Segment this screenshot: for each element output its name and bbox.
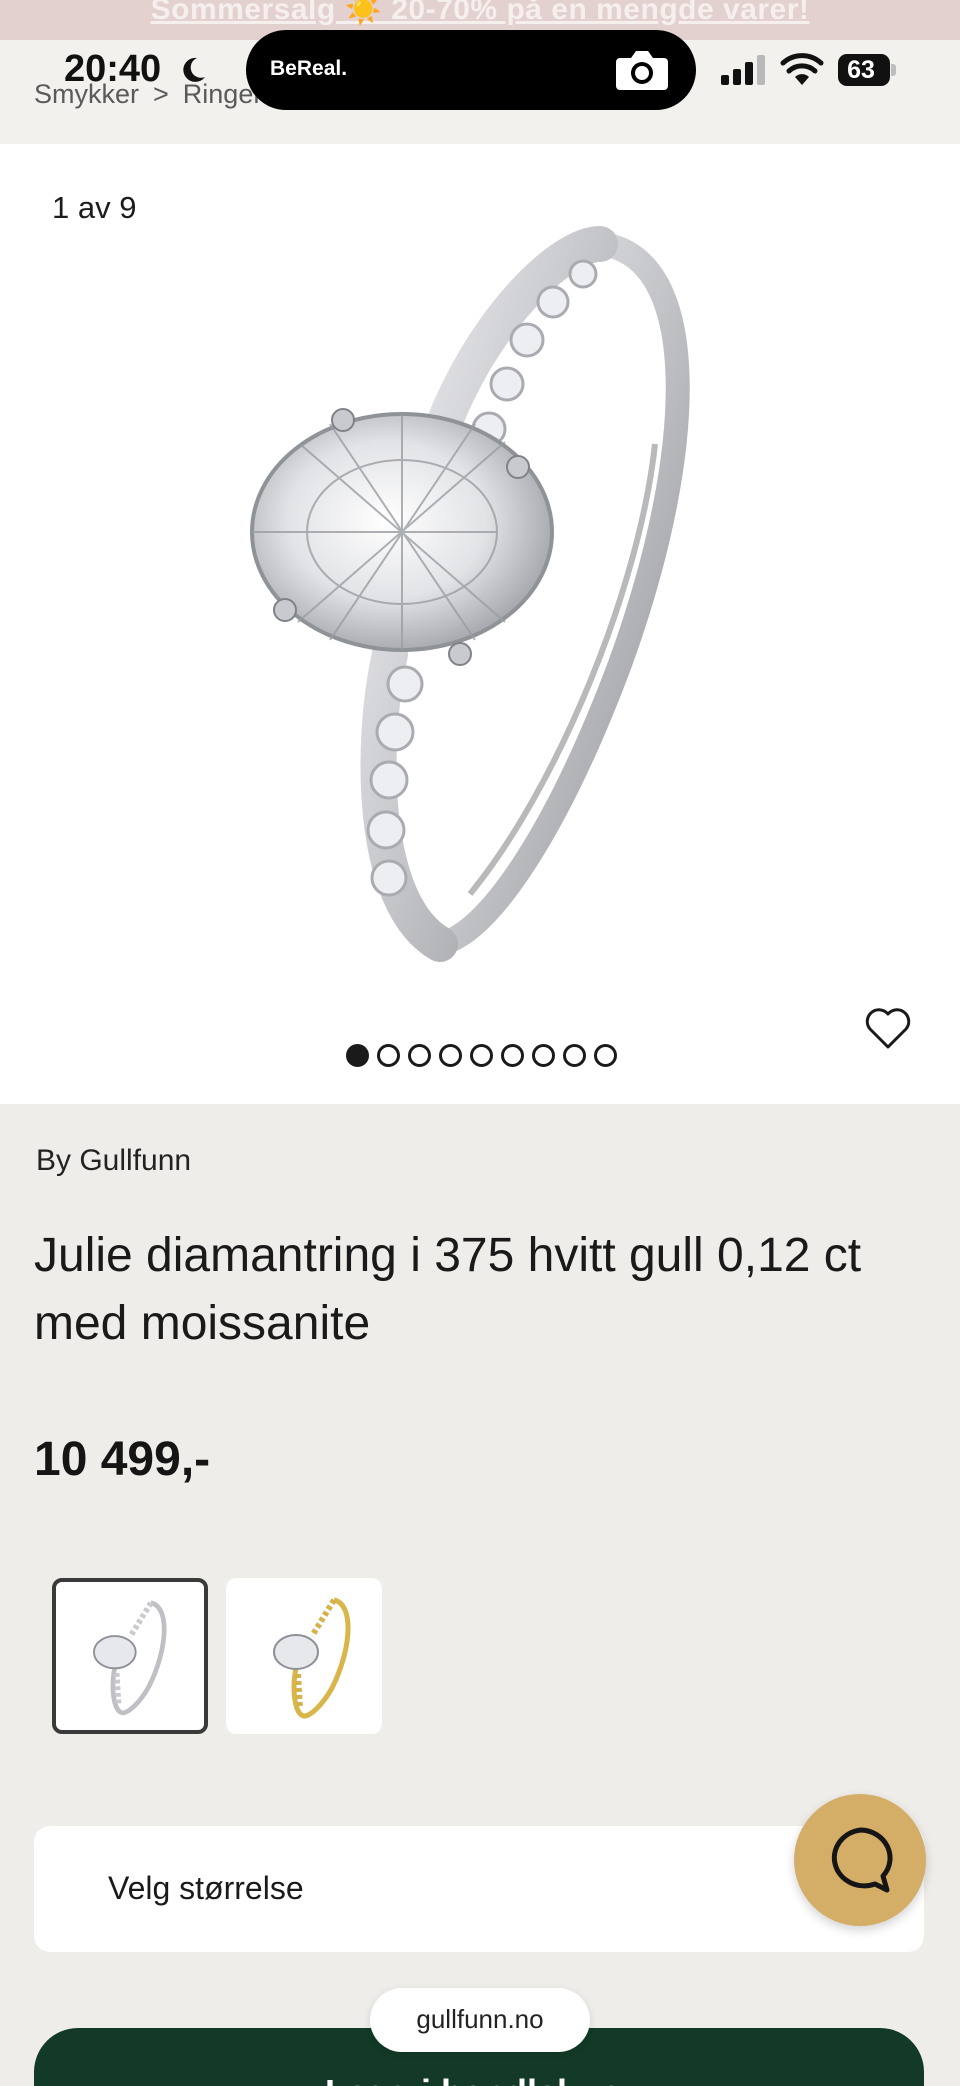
chat-bubble-icon [831,1827,893,1893]
add-to-cart-label: Legg i handlekurv [34,2072,924,2086]
browser-url-pill[interactable]: gullfunn.no [370,1988,590,2052]
chat-button[interactable] [794,1794,926,1926]
island-app-label: BeReal. [270,57,348,80]
size-select[interactable]: Velg størrelse [34,1826,924,1952]
carousel-dots [346,1044,617,1070]
product-ring-image [250,226,690,962]
size-select-label: Velg størrelse [108,1870,304,1906]
signal-icon [721,55,765,85]
battery-level: 63 [847,56,875,84]
wifi-icon [780,53,824,85]
carousel-dot[interactable] [408,1044,431,1067]
browser-url: gullfunn.no [416,2004,544,2034]
carousel-dot[interactable] [594,1044,617,1067]
carousel-dot[interactable] [563,1044,586,1067]
variant-ring-thumbnail [273,1597,351,1719]
carousel-dot[interactable] [470,1044,493,1067]
variant-ring-thumbnail [93,1600,167,1716]
promo-text[interactable]: Sommersalg ☀️ 20-70% på en mengde varer! [151,0,810,27]
camera-icon [616,51,668,90]
dynamic-island: BeReal. [246,30,696,110]
product-brand[interactable]: By Gullfunn [36,1144,191,1178]
carousel-dot[interactable] [501,1044,524,1067]
carousel-dot[interactable] [346,1044,369,1067]
variant-white-gold[interactable] [52,1578,208,1734]
carousel-dot[interactable] [439,1044,462,1067]
status-time: 20:40 [64,48,162,90]
carousel-dot[interactable] [532,1044,555,1067]
moon-icon [183,57,205,82]
product-title: Julie diamantring i 375 hvitt gull 0,12 … [34,1229,862,1350]
battery-indicator: 63 [838,54,896,86]
wishlist-heart-icon[interactable] [864,1006,912,1050]
battery-tip [891,64,896,76]
carousel-dot[interactable] [377,1044,400,1067]
product-gallery[interactable]: 1 av 9 [0,144,960,1104]
image-counter: 1 av 9 [52,190,137,225]
product-price: 10 499,- [34,1433,211,1486]
variant-yellow-gold[interactable] [226,1578,382,1734]
